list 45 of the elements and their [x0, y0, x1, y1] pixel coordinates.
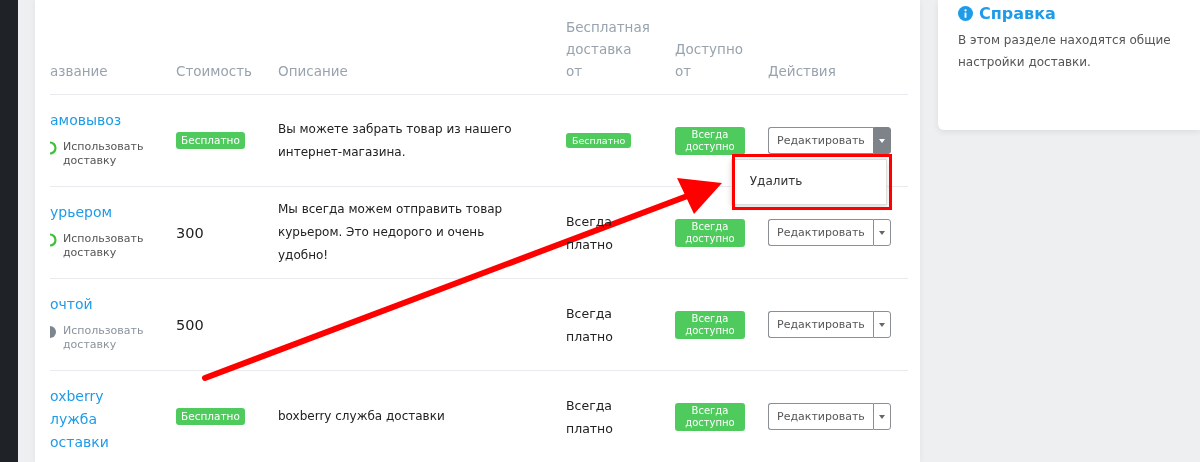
delivery-name-link[interactable]: амовывоз [50, 109, 122, 132]
price-text: 300 [176, 224, 204, 241]
help-text: В этом разделе находятся общие настройки доставки. [958, 32, 1172, 71]
column-header: Действия [768, 62, 837, 81]
column-header: азвание [50, 62, 109, 81]
column-header: Бесплатная доставка от [566, 18, 650, 81]
column-header: Стоимость [176, 62, 253, 81]
delivery-name-link[interactable]: урьером [50, 201, 113, 224]
price-text: 500 [176, 316, 204, 333]
description-text: Мы всегда можем отправить товар курьером. Это недорого и очень удобно! [278, 201, 504, 264]
free-delivery-text: Всегда платно [566, 304, 614, 346]
menu-item[interactable]: Удалить [731, 166, 886, 198]
availability-badge: Всегда доступно [675, 310, 745, 339]
free-delivery-text: Всегда платно [566, 212, 614, 254]
delivery-name-link[interactable]: oxberry [50, 385, 109, 408]
free-delivery-text: Всегда платно [566, 396, 614, 438]
column-header: Описание [278, 62, 349, 81]
caret-icon [878, 138, 885, 143]
description-text: boxberry служба доставки [278, 408, 446, 425]
price-badge: Бесплатно [176, 132, 245, 149]
edit-button[interactable]: Редактировать [768, 311, 873, 338]
delivery-name-link[interactable]: очтой [50, 293, 93, 316]
description-text: Вы можете забрать товар из нашего интернет-магазина. [278, 120, 513, 161]
free-delivery-badge: Бесплатно [566, 133, 632, 148]
caret-icon [878, 322, 885, 327]
delivery-name-link[interactable]: лужба [50, 408, 109, 431]
availability-badge: Всегда доступно [675, 126, 745, 155]
caret-icon [878, 414, 885, 419]
info-icon [958, 6, 973, 21]
column-header: Доступно от [675, 40, 743, 81]
toggle-switch[interactable] [50, 141, 57, 155]
edit-button[interactable]: Редактировать [768, 403, 873, 430]
help-title: Справка [979, 4, 1056, 23]
toggle-switch[interactable] [50, 325, 57, 339]
delivery-name-link[interactable]: оставки [50, 431, 109, 454]
edit-button[interactable]: Редактировать [768, 127, 873, 154]
toggle-label: Использовать доставку [63, 232, 145, 260]
caret-icon [878, 230, 885, 235]
availability-badge: Всегда доступно [675, 218, 745, 247]
toggle-label: Использовать доставку [63, 140, 145, 168]
toggle-switch[interactable] [50, 233, 57, 247]
price-badge: Бесплатно [176, 408, 245, 425]
availability-badge: Всегда доступно [675, 402, 745, 431]
edit-button[interactable]: Редактировать [768, 219, 873, 246]
toggle-label: Использовать доставку [63, 324, 145, 352]
